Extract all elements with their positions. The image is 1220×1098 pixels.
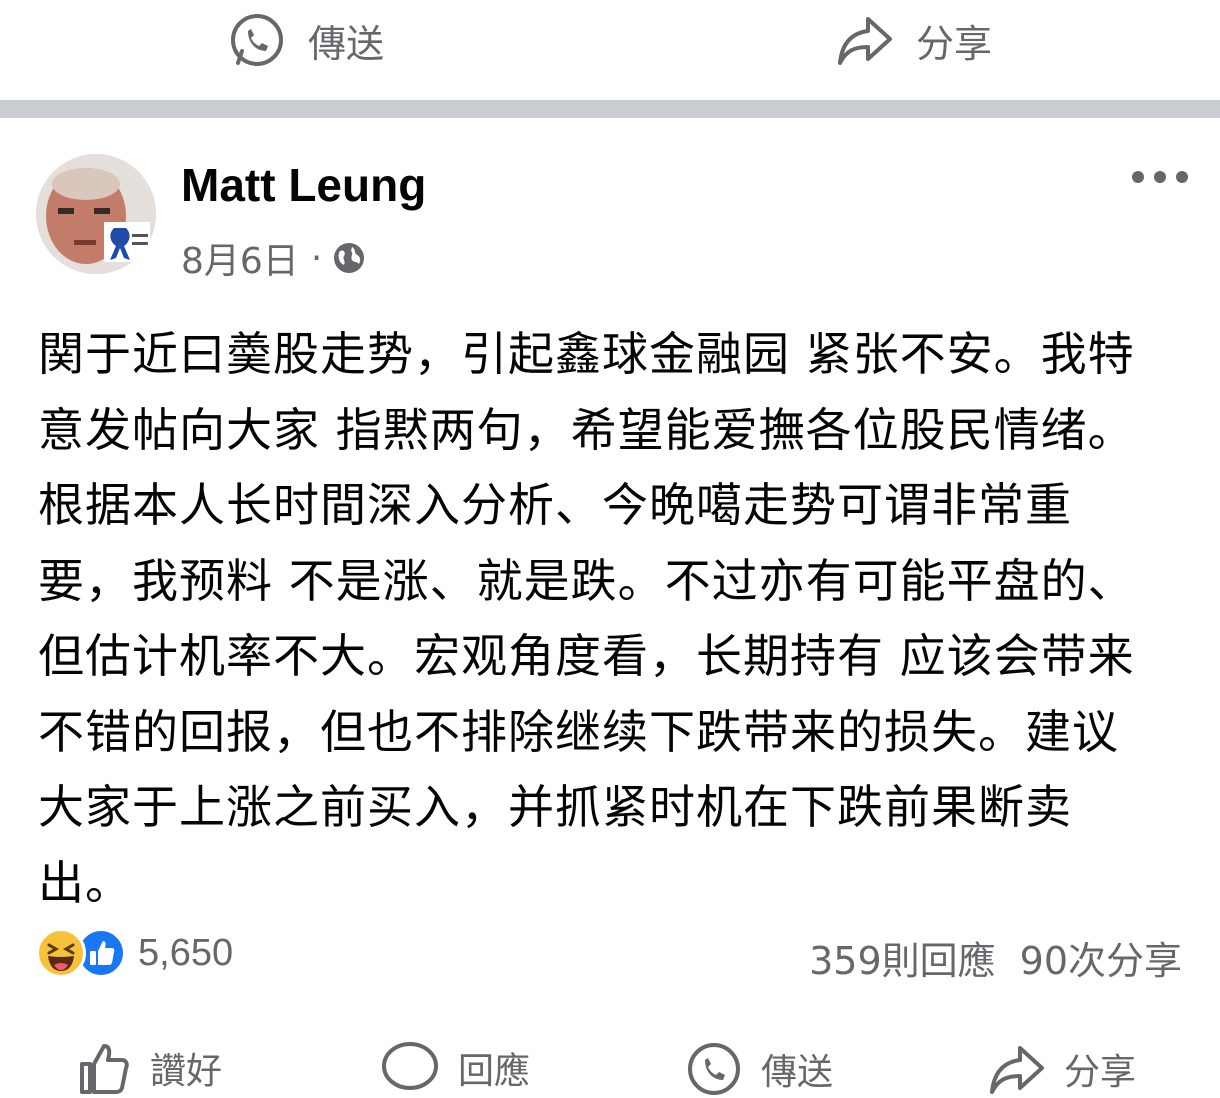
post-text-line: 大家于上涨之前买入，并抓紧时机在下跌前果断卖 bbox=[38, 780, 1072, 834]
post-text: 関于近曰羮股走势，引起鑫球金融园 紧张不安。我特 意发帖向大家 指黙两句，希望能… bbox=[38, 317, 1188, 921]
share-button[interactable]: 分享 bbox=[836, 0, 992, 80]
post-text-line: 意发帖向大家 指黙两句，希望能爱撫各位股民情绪。 bbox=[38, 402, 1135, 457]
post-date[interactable]: 8月6日 bbox=[181, 232, 299, 284]
more-dot-icon bbox=[1132, 171, 1144, 183]
send-button-bottom[interactable]: 傳送 bbox=[685, 1040, 833, 1098]
post-text-line: 要，我预料 不是涨、就是跌。不过亦有可能平盘的、 bbox=[38, 553, 1135, 608]
more-options-button[interactable] bbox=[1132, 163, 1188, 191]
messenger-send-icon bbox=[688, 1043, 740, 1095]
thumbs-up-icon bbox=[80, 1044, 129, 1094]
send-label: 傳送 bbox=[761, 1052, 834, 1093]
send-button[interactable]: 傳送 bbox=[228, 0, 384, 80]
engagement-stats: 359則回應 90次分享 bbox=[809, 930, 1182, 985]
more-dot-icon bbox=[1176, 171, 1188, 183]
feed-separator bbox=[0, 100, 1220, 118]
share-arrow-icon bbox=[838, 17, 892, 65]
more-dot-icon bbox=[1154, 171, 1166, 183]
messenger-send-icon bbox=[231, 14, 283, 66]
share-button-bottom[interactable]: 分享 bbox=[988, 1040, 1136, 1098]
haha-reaction-icon bbox=[36, 928, 86, 978]
like-label: 讚好 bbox=[150, 1051, 223, 1092]
previous-post-action-bar: 傳送 分享 bbox=[0, 0, 1220, 100]
send-label: 傳送 bbox=[308, 21, 385, 66]
post-text-line: 不错的回报，但也不排除继续下跌带来的损失。建议 bbox=[38, 704, 1119, 759]
reaction-summary[interactable]: 5,650 bbox=[36, 928, 233, 978]
author-name[interactable]: Matt Leung bbox=[181, 158, 426, 212]
share-label: 分享 bbox=[1064, 1052, 1137, 1093]
share-count[interactable]: 90次分享 bbox=[1020, 930, 1182, 985]
reaction-count: 5,650 bbox=[138, 931, 234, 974]
share-label: 分享 bbox=[916, 21, 993, 66]
post-text-line: 根据本人长时間深入分析、今晩噶走势可谓非常重 bbox=[38, 478, 1072, 532]
comment-bubble-icon bbox=[382, 1042, 438, 1090]
meta-separator: · bbox=[310, 237, 323, 279]
globe-icon bbox=[334, 243, 365, 273]
avatar[interactable] bbox=[36, 154, 156, 274]
comment-button[interactable]: 回應 bbox=[380, 1040, 530, 1096]
post-meta: 8月6日 · bbox=[181, 232, 366, 284]
post-text-line: 出。 bbox=[38, 855, 132, 910]
post-text-line: 但估计机率不大。宏观角度看，长期持有 应该会带来 bbox=[38, 629, 1135, 683]
comment-count[interactable]: 359則回應 bbox=[809, 930, 996, 985]
post-text-line: 関于近曰羮股走势，引起鑫球金融园 紧张不安。我特 bbox=[38, 327, 1135, 381]
share-arrow-icon bbox=[990, 1046, 1044, 1094]
like-button[interactable]: 讚好 bbox=[76, 1040, 222, 1096]
comment-label: 回應 bbox=[458, 1051, 531, 1092]
